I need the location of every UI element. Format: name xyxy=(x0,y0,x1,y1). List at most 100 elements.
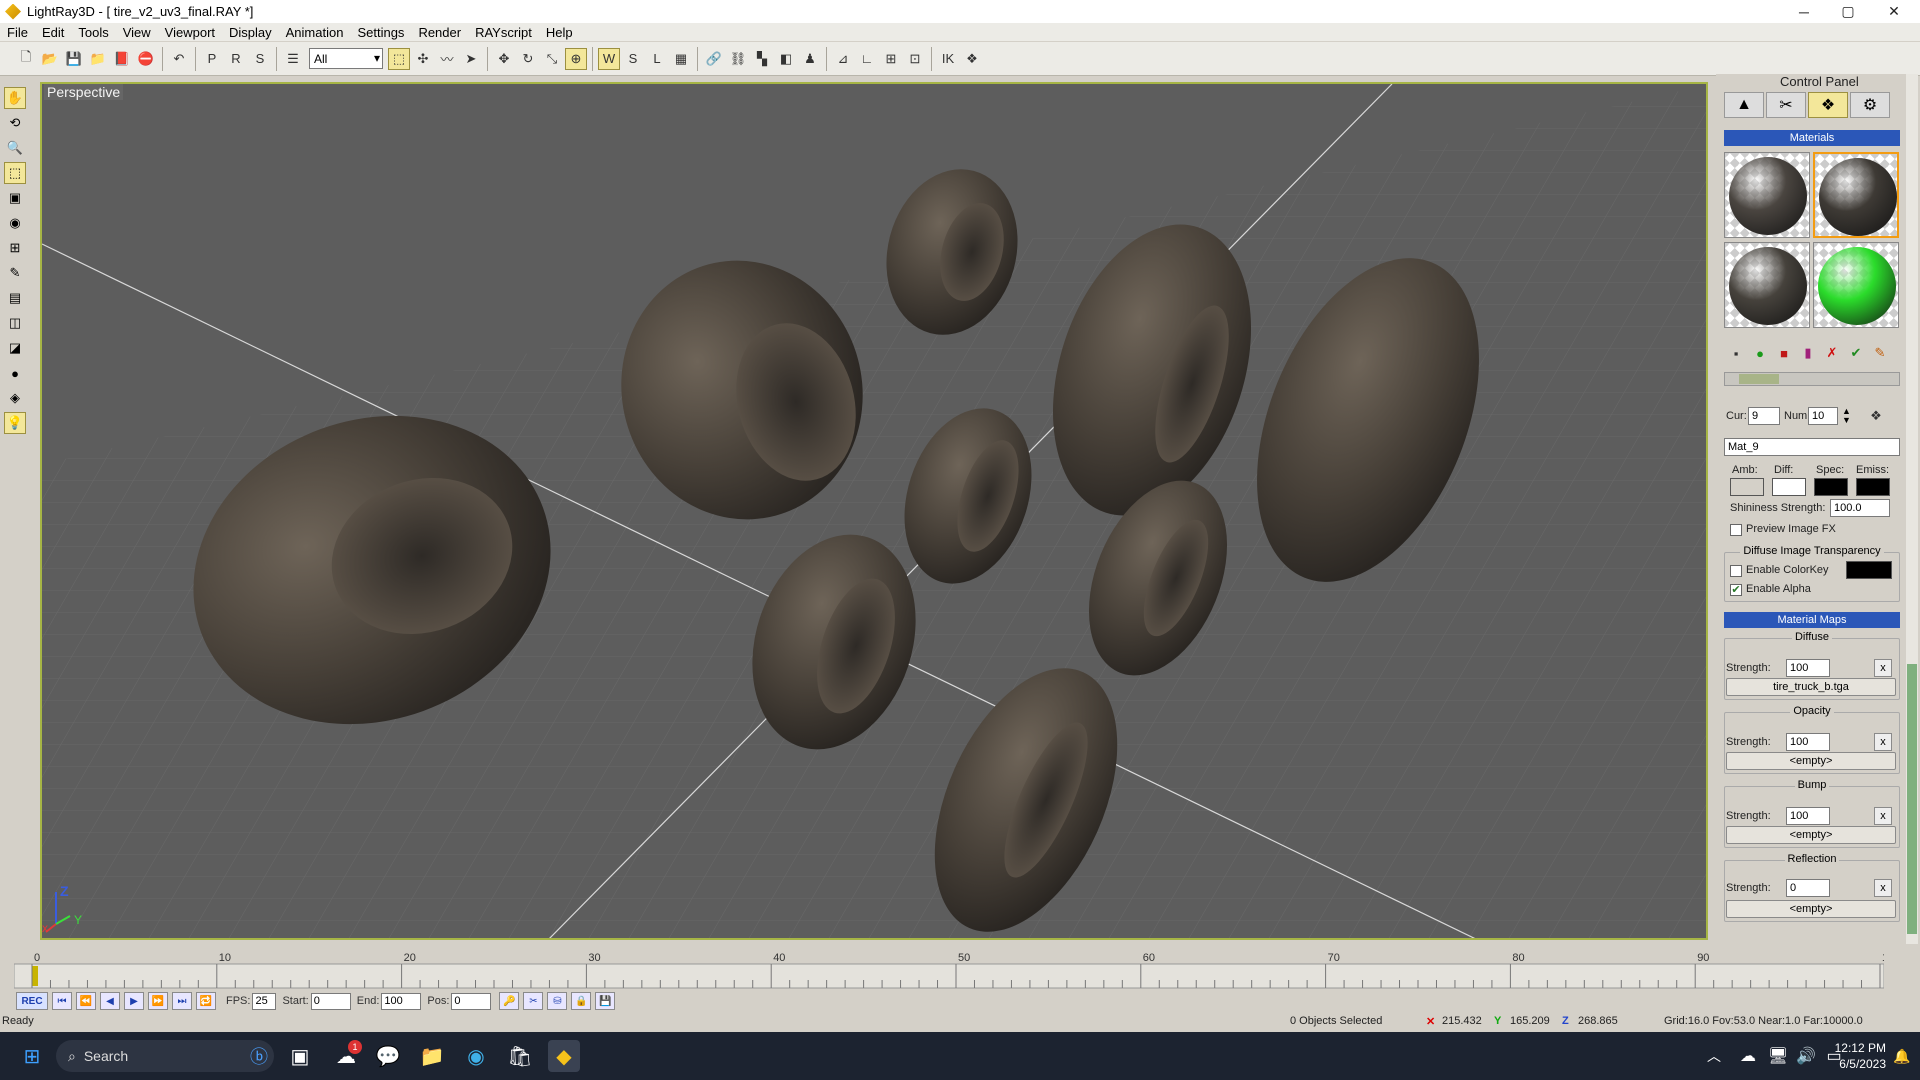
material-apply-icon[interactable]: ✔ xyxy=(1845,342,1867,364)
taskbar-search[interactable]: ⌕ Search ⓑ xyxy=(56,1040,274,1072)
material-slot-2[interactable] xyxy=(1813,152,1899,238)
menu-edit[interactable]: Edit xyxy=(35,25,71,40)
maximize-button[interactable]: ▢ xyxy=(1826,0,1870,23)
menu-display[interactable]: Display xyxy=(222,25,279,40)
delete-key-icon[interactable]: ✂ xyxy=(523,992,544,1010)
map-opacity-strength-input[interactable]: 100 xyxy=(1786,733,1830,751)
export-icon[interactable]: 📕 xyxy=(111,48,133,70)
snap-icon[interactable]: ⊞ xyxy=(880,48,902,70)
pivot-icon[interactable]: ⊕ xyxy=(565,47,587,70)
group-icon[interactable]: ♟ xyxy=(799,48,821,70)
control-panel-scroll-thumb[interactable] xyxy=(1907,664,1917,934)
position-tool-icon[interactable]: P xyxy=(201,48,223,70)
specular-color-swatch[interactable] xyxy=(1814,478,1848,496)
map-bump-strength-input[interactable]: 100 xyxy=(1786,807,1830,825)
screen-space-icon[interactable]: S xyxy=(622,48,644,70)
control-panel-scrollbar[interactable] xyxy=(1906,74,1918,944)
tab-settings-gear-icon[interactable]: ⚙ xyxy=(1850,92,1890,118)
map-diffuse-clear-button[interactable]: x xyxy=(1874,659,1892,677)
material-scrollbar[interactable] xyxy=(1724,372,1900,386)
pos-frame-input[interactable]: 0 xyxy=(451,992,492,1010)
material-slot-1[interactable] xyxy=(1724,152,1810,238)
material-editor-icon[interactable]: ❖ xyxy=(961,48,983,70)
rotate-tool-icon[interactable]: R xyxy=(225,48,247,70)
import-icon[interactable]: 📁 xyxy=(87,48,109,70)
world-space-icon[interactable]: W xyxy=(598,47,620,70)
menu-render[interactable]: Render xyxy=(411,25,468,40)
object-color-icon[interactable]: ◈ xyxy=(4,387,26,409)
mirror-icon[interactable]: ◧ xyxy=(775,48,797,70)
unlink-icon[interactable]: ⛓ xyxy=(727,48,749,70)
menu-viewport[interactable]: Viewport xyxy=(158,25,222,40)
hierarchy-icon[interactable]: ▚ xyxy=(751,48,773,70)
box-icon[interactable]: ▤ xyxy=(4,287,26,309)
material-delete-icon[interactable]: ✗ xyxy=(1821,342,1843,364)
minimize-button[interactable]: ─ xyxy=(1782,0,1826,23)
map-reflection-file-button[interactable]: <empty> xyxy=(1726,900,1896,918)
colorkey-color-swatch[interactable] xyxy=(1846,561,1892,579)
cube-front-icon[interactable]: ◫ xyxy=(4,312,26,334)
tab-modify-tools-icon[interactable]: ✂ xyxy=(1766,92,1806,118)
add-key-icon[interactable]: 🔑 xyxy=(499,992,520,1010)
menu-help[interactable]: Help xyxy=(539,25,580,40)
map-reflection-strength-input[interactable]: 0 xyxy=(1786,879,1830,897)
material-name-input[interactable]: Mat_9 xyxy=(1724,438,1900,456)
next-key-icon[interactable]: ⏩ xyxy=(148,992,168,1010)
teams-chat-icon[interactable]: 💬 xyxy=(372,1040,404,1072)
orbit-icon[interactable]: ⟲ xyxy=(4,112,26,134)
fit-view-icon[interactable]: ▣ xyxy=(4,187,26,209)
goto-start-icon[interactable]: ⏮ xyxy=(52,992,72,1010)
material-slot-4[interactable] xyxy=(1813,242,1899,328)
key-save-icon[interactable]: 💾 xyxy=(595,992,616,1010)
map-opacity-file-button[interactable]: <empty> xyxy=(1726,752,1896,770)
menu-tools[interactable]: Tools xyxy=(71,25,115,40)
show-hidden-icons-chevron[interactable]: ︿ xyxy=(1698,1040,1730,1072)
tab-create-shapes-icon[interactable]: ▲ xyxy=(1724,92,1764,118)
notifications-bell-icon[interactable]: 🔔 xyxy=(1886,1040,1918,1072)
taskbar-clock[interactable]: 12:12 PM 6/5/2023 xyxy=(1826,1040,1886,1072)
material-get-icon[interactable]: ▪ xyxy=(1725,342,1747,364)
colorkey-checkbox[interactable] xyxy=(1730,565,1742,577)
map-bump-file-button[interactable]: <empty> xyxy=(1726,826,1896,844)
timeline-ruler[interactable]: 0 10 20 30 40 50 60 70 80 90 100 xyxy=(13,950,1900,990)
save-icon[interactable]: 💾 xyxy=(63,48,85,70)
material-library-icon[interactable]: ❖ xyxy=(1865,405,1887,427)
task-view-icon[interactable]: ▣ xyxy=(284,1040,316,1072)
shininess-input[interactable]: 100.0 xyxy=(1830,499,1890,517)
key-lock-icon[interactable]: 🔒 xyxy=(571,992,592,1010)
emissive-color-swatch[interactable] xyxy=(1856,478,1890,496)
undo-icon[interactable]: ↶ xyxy=(168,48,190,70)
material-slot-3[interactable] xyxy=(1724,242,1810,328)
perspective-viewport[interactable]: Z x Y Perspective xyxy=(40,82,1708,940)
map-reflection-clear-button[interactable]: x xyxy=(1874,879,1892,897)
new-file-icon[interactable]: 🗋 xyxy=(15,48,37,70)
goto-end-icon[interactable]: ⏭ xyxy=(172,992,192,1010)
alpha-checkbox[interactable]: ✔ xyxy=(1730,584,1742,596)
zoom-icon[interactable]: 🔍 xyxy=(4,137,26,159)
scale-icon[interactable]: ⤡ xyxy=(541,48,563,70)
cube-back-icon[interactable]: ◪ xyxy=(4,337,26,359)
select-list-icon[interactable]: ☰ xyxy=(282,48,304,70)
ik-icon[interactable]: IK xyxy=(937,48,959,70)
preview-fx-checkbox[interactable] xyxy=(1730,524,1742,536)
quad-view-icon[interactable]: ⊞ xyxy=(4,237,26,259)
material-cube-icon[interactable]: ■ xyxy=(1773,342,1795,364)
local-space-icon[interactable]: L xyxy=(646,48,668,70)
widgets-icon[interactable]: ☁ 1 xyxy=(330,1040,362,1072)
timeline-playhead[interactable] xyxy=(32,966,38,986)
onedrive-cloud-icon[interactable]: ☁ xyxy=(1732,1040,1764,1072)
start-frame-input[interactable]: 0 xyxy=(310,992,351,1010)
camera-icon[interactable]: ◉ xyxy=(4,212,26,234)
link-icon[interactable]: 🔗 xyxy=(703,48,725,70)
material-assign-icon[interactable]: ▮ xyxy=(1797,342,1819,364)
pan-hand-icon[interactable]: ✋ xyxy=(4,87,26,109)
cur-index-input[interactable]: 9 xyxy=(1748,407,1780,425)
open-folder-icon[interactable]: 📂 xyxy=(39,48,61,70)
close-file-icon[interactable]: ⛔ xyxy=(135,48,157,70)
menu-view[interactable]: View xyxy=(116,25,158,40)
rotate-icon[interactable]: ↻ xyxy=(517,48,539,70)
scale-tool-icon[interactable]: S xyxy=(249,48,271,70)
windows-start-icon[interactable]: ⊞ xyxy=(16,1040,48,1072)
measure-icon[interactable]: ∟ xyxy=(856,48,878,70)
prev-key-icon[interactable]: ⏪ xyxy=(76,992,96,1010)
